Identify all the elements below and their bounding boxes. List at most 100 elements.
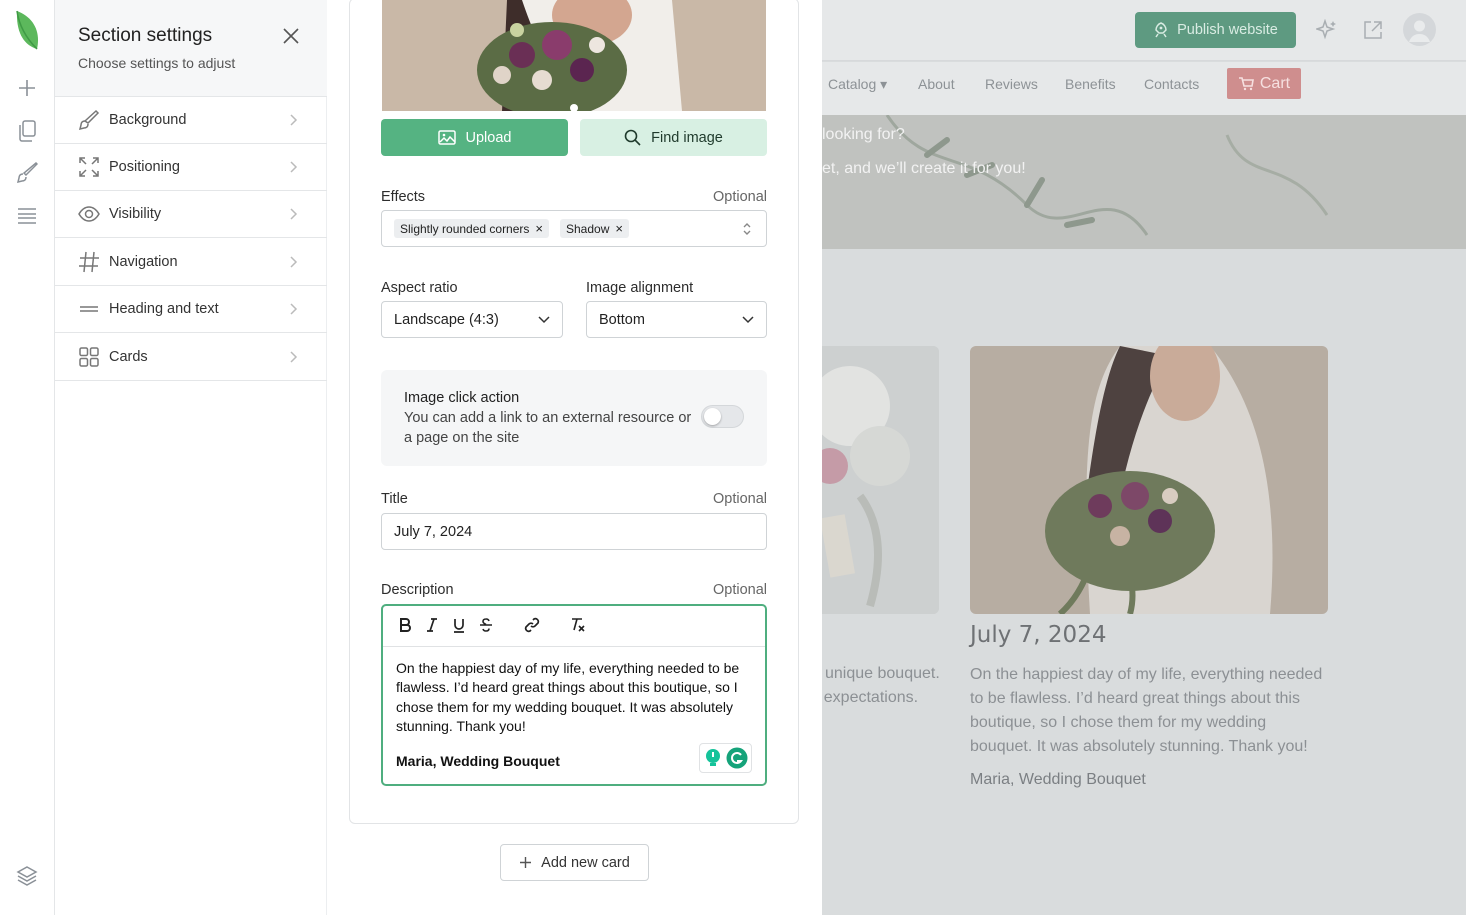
plus-icon	[520, 857, 532, 868]
brush-icon	[78, 109, 100, 131]
menu-item-label: Cards	[109, 349, 148, 365]
publish-label: Publish website	[1177, 22, 1278, 38]
description-label: Description	[381, 582, 454, 598]
close-icon[interactable]	[281, 26, 301, 46]
find-image-button[interactable]: Find image	[580, 119, 767, 156]
title-input-value: July 7, 2024	[394, 524, 473, 540]
hero-headline: looking for?	[822, 126, 905, 143]
menu-item-label: Navigation	[109, 254, 178, 270]
grammar-assistant[interactable]	[699, 743, 752, 773]
effects-optional: Optional	[712, 189, 767, 205]
chevron-down-icon	[538, 316, 550, 324]
design-brush-icon[interactable]	[13, 159, 41, 187]
description-text[interactable]: On the happiest day of my life, everythi…	[396, 659, 746, 736]
aspect-ratio-label: Aspect ratio	[381, 280, 458, 296]
bold-icon[interactable]	[395, 615, 415, 635]
image-click-toggle[interactable]	[701, 405, 744, 428]
image-icon	[437, 130, 456, 145]
menu-item-label: Background	[109, 112, 187, 128]
sparkle-icon[interactable]	[1316, 19, 1338, 41]
publish-website-button[interactable]: Publish website	[1135, 12, 1296, 48]
effect-chip-label: Shadow	[566, 221, 610, 236]
card-image-preview[interactable]	[382, 0, 766, 111]
remove-chip-icon[interactable]: ×	[615, 221, 623, 236]
menu-item-label: Positioning	[109, 159, 180, 175]
chevron-right-icon	[286, 350, 300, 364]
upload-button[interactable]: Upload	[381, 119, 568, 156]
remove-chip-icon[interactable]: ×	[535, 221, 543, 236]
menu-item-navigation[interactable]: Navigation	[55, 239, 327, 286]
add-new-card-button[interactable]: Add new card	[500, 844, 649, 881]
nav-about[interactable]: About	[918, 76, 955, 92]
link-icon[interactable]	[522, 615, 542, 635]
chevron-right-icon	[286, 302, 300, 316]
sections-list-icon[interactable]	[13, 202, 41, 230]
pages-icon[interactable]	[13, 117, 41, 145]
effect-chip-label: Slightly rounded corners	[400, 221, 530, 236]
left-toolbar	[0, 0, 55, 915]
menu-item-heading-and-text[interactable]: Heading and text	[55, 286, 327, 333]
nav-contacts[interactable]: Contacts	[1144, 76, 1199, 92]
chevron-right-icon	[286, 255, 300, 269]
search-icon	[624, 129, 641, 146]
clear-format-icon[interactable]	[568, 615, 588, 635]
title-optional: Optional	[712, 491, 767, 507]
image-click-desc: You can add a link to an external resour…	[404, 410, 692, 446]
menu-item-cards[interactable]: Cards	[55, 334, 327, 381]
chevron-down-icon	[742, 316, 754, 324]
card-title: July 7, 2024	[970, 622, 1107, 648]
nav-benefits[interactable]: Benefits	[1065, 76, 1116, 92]
layers-icon[interactable]	[13, 862, 41, 890]
card-left-text-2: · expectations.	[814, 689, 919, 706]
image-alignment-value: Bottom	[599, 312, 645, 328]
grammarly-icon	[726, 747, 747, 769]
cart-label: Cart	[1259, 74, 1291, 92]
cart-button[interactable]: Cart	[1227, 68, 1301, 99]
eye-icon	[78, 203, 100, 225]
card-text: On the happiest day of my life, everythi…	[970, 666, 1323, 755]
underline-icon[interactable]	[449, 615, 469, 635]
updown-chevron-icon[interactable]	[742, 221, 752, 237]
hero-subtext: et, and we’ll create it for you!	[822, 160, 1026, 177]
add-new-card-label: Add new card	[541, 854, 630, 871]
avatar[interactable]	[1403, 13, 1436, 46]
description-author[interactable]: Maria, Wedding Bouquet	[396, 753, 560, 769]
menu-item-background[interactable]: Background	[55, 97, 327, 144]
image-alignment-select[interactable]: Bottom	[586, 301, 767, 338]
open-external-icon[interactable]	[1362, 19, 1384, 41]
chevron-right-icon	[286, 207, 300, 221]
settings-subtitle: Choose settings to adjust	[78, 55, 236, 71]
menu-item-label: Visibility	[109, 206, 162, 222]
cart-icon	[1238, 76, 1254, 90]
effects-label: Effects	[381, 189, 426, 205]
title-input[interactable]: July 7, 2024	[381, 513, 767, 550]
italic-icon[interactable]	[422, 615, 442, 635]
chevron-right-icon	[286, 160, 300, 174]
card-image-right	[970, 346, 1328, 614]
menu-item-visibility[interactable]: Visibility	[55, 191, 327, 238]
title-label: Title	[381, 491, 408, 507]
image-alignment-label: Image alignment	[586, 280, 694, 296]
leaf-logo-icon[interactable]	[14, 9, 40, 51]
expand-icon	[78, 156, 100, 178]
rocket-icon	[1155, 22, 1167, 38]
upload-label: Upload	[465, 129, 512, 146]
effect-chip-rounded: Slightly rounded corners ×	[394, 219, 549, 238]
hash-icon	[78, 251, 100, 273]
card-left-text-1: unique bouquet.	[825, 665, 940, 682]
nav-reviews[interactable]: Reviews	[985, 76, 1038, 92]
nav-catalog[interactable]: Catalog ▾	[828, 76, 887, 93]
strikethrough-icon[interactable]	[476, 615, 496, 635]
chevron-right-icon	[286, 113, 300, 127]
effect-chip-shadow: Shadow ×	[560, 219, 629, 238]
aspect-ratio-select[interactable]: Landscape (4:3)	[381, 301, 563, 338]
find-image-label: Find image	[651, 129, 723, 146]
settings-header: Section settings Choose settings to adju…	[55, 0, 327, 97]
card-author: Maria, Wedding Bouquet	[970, 771, 1146, 788]
description-optional: Optional	[712, 582, 767, 598]
aspect-ratio-value: Landscape (4:3)	[394, 312, 499, 328]
add-icon[interactable]	[13, 74, 41, 102]
menu-item-positioning[interactable]: Positioning	[55, 144, 327, 191]
settings-title: Section settings	[78, 25, 213, 46]
image-click-title: Image click action	[404, 390, 520, 406]
